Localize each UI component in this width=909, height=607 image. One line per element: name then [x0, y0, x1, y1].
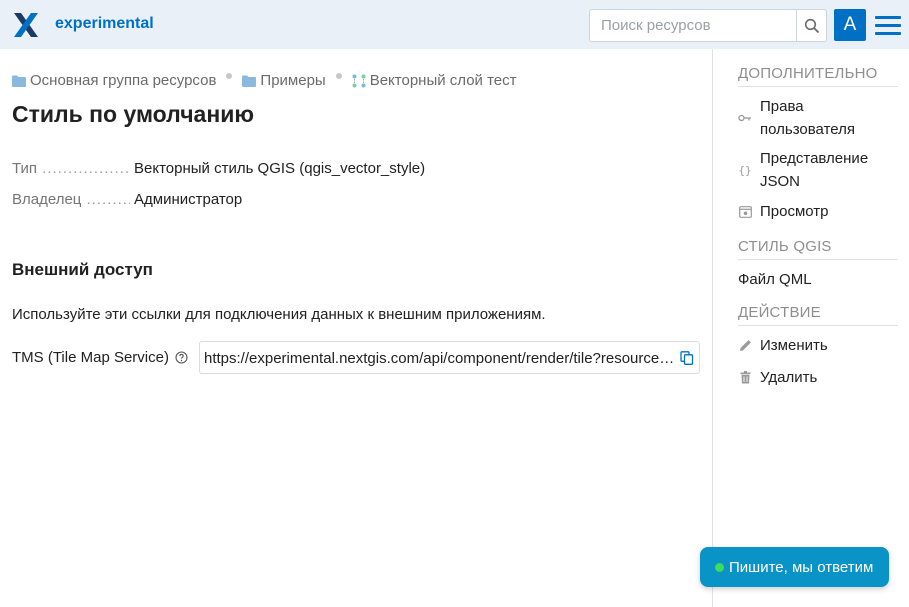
sidebar-item-label: Файл QML — [738, 271, 812, 288]
sidebar-section-title: ДЕЙСТВИЕ — [738, 304, 898, 326]
nextgis-logo-icon[interactable] — [13, 12, 39, 38]
hamburger-menu-button[interactable] — [875, 14, 901, 36]
vector-layer-icon — [352, 74, 366, 87]
search-icon — [804, 18, 820, 33]
external-access-description: Используйте эти ссылки для подключения д… — [12, 306, 546, 323]
breadcrumb-label: Векторный слой тест — [369, 72, 517, 89]
sidebar-item-label: Просмотр — [760, 203, 829, 220]
tms-url-field[interactable]: https://experimental.nextgis.com/api/com… — [199, 341, 700, 374]
user-avatar-button[interactable]: A — [834, 9, 866, 41]
breadcrumb: Основная группа ресурсов Примеры Векторн… — [12, 72, 517, 89]
main-content: Основная группа ресурсов Примеры Векторн… — [0, 49, 712, 607]
sidebar-item-delete[interactable]: Удалить — [738, 369, 898, 386]
property-row: Владелец Администратор — [12, 191, 702, 222]
sidebar-section-title: ДОПОЛНИТЕЛЬНО — [738, 65, 898, 87]
page-title: Стиль по умолчанию — [12, 101, 255, 127]
right-sidebar: ДОПОЛНИТЕЛЬНО Права пользователя {} Пред… — [712, 49, 909, 607]
search-input[interactable] — [590, 10, 796, 41]
properties-list: Тип Векторный стиль QGIS (qgis_vector_st… — [12, 160, 702, 222]
property-value[interactable]: Администратор — [134, 191, 242, 208]
property-row: Тип Векторный стиль QGIS (qgis_vector_st… — [12, 160, 702, 191]
sidebar-item-qml-file[interactable]: Файл QML — [738, 271, 898, 288]
breadcrumb-separator — [335, 72, 342, 79]
property-value: Векторный стиль QGIS (qgis_vector_style) — [134, 160, 426, 177]
help-icon[interactable] — [175, 351, 188, 364]
breadcrumb-label: Примеры — [260, 72, 326, 89]
pencil-icon — [738, 339, 752, 352]
tms-label-text: TMS (Tile Map Service) — [12, 349, 169, 366]
sidebar-item-label: Изменить — [760, 337, 828, 354]
sidebar-item-edit[interactable]: Изменить — [738, 337, 898, 354]
app-name[interactable]: experimental — [55, 15, 154, 33]
top-header: experimental A — [0, 0, 909, 49]
key-icon — [738, 113, 752, 123]
preview-icon — [738, 205, 752, 218]
menu-bar — [875, 32, 901, 35]
tms-label: TMS (Tile Map Service) — [12, 349, 188, 366]
chat-widget-button[interactable]: Пишите, мы ответим — [700, 547, 889, 587]
property-key: Владелец — [12, 191, 130, 208]
folder-icon — [242, 75, 257, 87]
property-key: Тип — [12, 160, 130, 177]
breadcrumb-label: Основная группа ресурсов — [30, 72, 217, 89]
breadcrumb-item[interactable]: Основная группа ресурсов — [12, 72, 216, 89]
sidebar-item-permissions[interactable]: Права пользователя — [738, 95, 898, 141]
sidebar-item-json[interactable]: {} Представление JSON — [738, 147, 898, 193]
online-status-dot — [715, 562, 724, 572]
external-access-title: Внешний доступ — [12, 260, 153, 279]
copy-icon[interactable] — [680, 351, 694, 365]
menu-bar — [875, 24, 901, 27]
chat-label: Пишите, мы ответим — [729, 558, 874, 576]
breadcrumb-separator — [226, 72, 233, 79]
folder-icon — [12, 75, 26, 87]
tms-url[interactable]: https://experimental.nextgis.com/api/com… — [204, 350, 676, 367]
menu-bar — [875, 16, 901, 19]
breadcrumb-item[interactable]: Примеры — [242, 72, 326, 89]
search-button[interactable] — [796, 10, 827, 41]
sidebar-item-label: Права пользователя — [760, 98, 855, 138]
braces-icon: {} — [738, 163, 752, 177]
sidebar-item-label: Удалить — [760, 369, 818, 386]
trash-icon — [738, 371, 752, 384]
sidebar-section-title: СТИЛЬ QGIS — [738, 238, 898, 260]
resource-search — [589, 9, 827, 42]
sidebar-item-preview[interactable]: Просмотр — [738, 203, 898, 220]
sidebar-item-label: Представление JSON — [760, 150, 869, 190]
breadcrumb-item[interactable]: Векторный слой тест — [352, 72, 517, 89]
